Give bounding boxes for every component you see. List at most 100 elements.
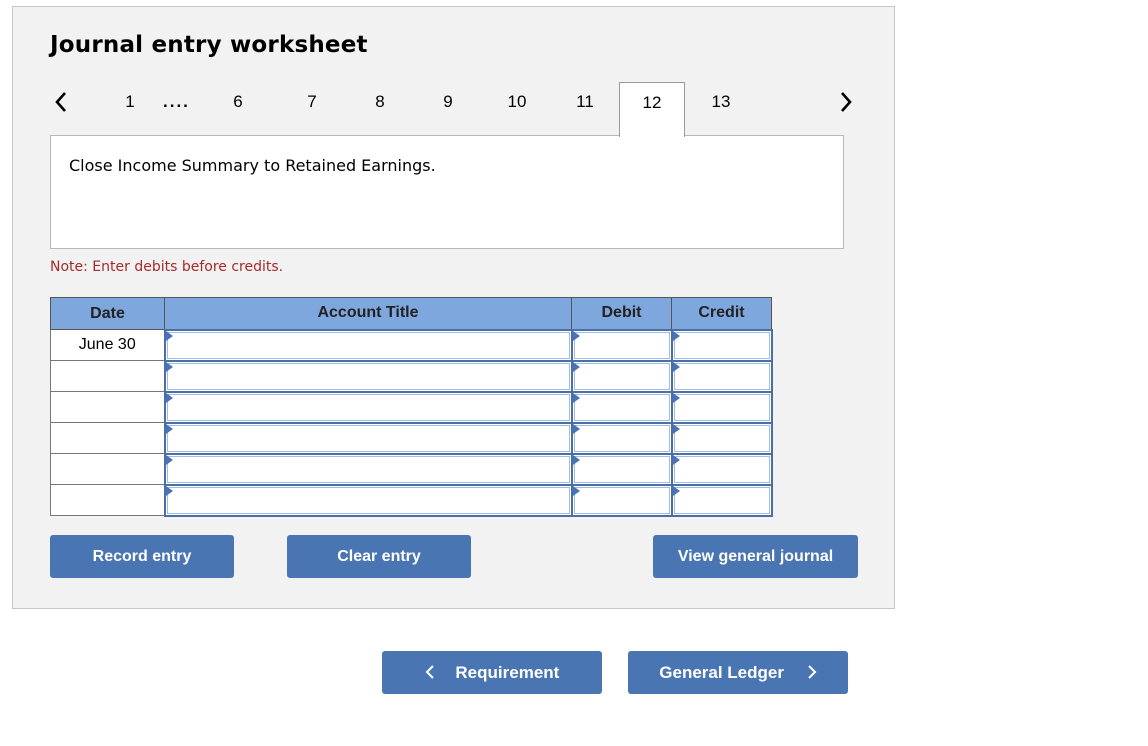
debit-input-field[interactable] (573, 455, 670, 483)
cell-marker-icon (572, 392, 580, 403)
date-cell[interactable] (50, 453, 165, 485)
credit-input-field[interactable] (673, 424, 770, 452)
account-title-input[interactable] (163, 452, 573, 486)
credit-input[interactable] (670, 452, 773, 486)
tab-13[interactable]: 13 (688, 82, 754, 136)
header-date: Date (50, 297, 165, 330)
credit-input[interactable] (670, 483, 773, 517)
debit-input[interactable] (570, 483, 673, 517)
cell-marker-icon (165, 330, 173, 341)
clear-entry-label: Clear entry (337, 548, 421, 565)
view-general-journal-label: View general journal (677, 548, 834, 565)
account-title-input[interactable] (163, 483, 573, 517)
journal-row (50, 390, 773, 424)
debit-input[interactable] (570, 421, 673, 455)
account-title-input-field[interactable] (166, 393, 570, 421)
header-account-title: Account Title (164, 297, 572, 330)
tab-ellipsis: .... (163, 92, 190, 111)
debit-input[interactable] (570, 359, 673, 393)
entry-description-box: Close Income Summary to Retained Earning… (50, 135, 844, 249)
journal-row: June 30 (50, 328, 773, 362)
account-title-input-field[interactable] (166, 424, 570, 452)
debit-input-field[interactable] (573, 424, 670, 452)
journal-entry-table: Date Account Title Debit Credit June 30 (50, 297, 773, 517)
date-cell: June 30 (50, 329, 165, 361)
tab-9[interactable]: 9 (415, 82, 481, 136)
account-title-input-field[interactable] (166, 486, 570, 514)
credit-input-field[interactable] (673, 486, 770, 514)
credit-input-field[interactable] (673, 362, 770, 390)
credit-input-field[interactable] (673, 455, 770, 483)
clear-entry-button[interactable]: Clear entry (287, 535, 471, 578)
chevron-right-icon (807, 651, 817, 694)
tab-12[interactable]: 12 (619, 82, 685, 137)
note-text: Note: Enter debits before credits. (50, 259, 284, 275)
debit-input[interactable] (570, 452, 673, 486)
cell-marker-icon (572, 330, 580, 341)
general-ledger-button[interactable]: General Ledger (628, 651, 848, 694)
debit-input-field[interactable] (573, 362, 670, 390)
date-cell[interactable] (50, 360, 165, 392)
credit-input-field[interactable] (673, 331, 770, 359)
credit-input[interactable] (670, 421, 773, 455)
journal-row (50, 452, 773, 486)
tab-7[interactable]: 7 (279, 82, 345, 136)
credit-input[interactable] (670, 328, 773, 362)
journal-row (50, 421, 773, 455)
cell-marker-icon (165, 361, 173, 372)
record-entry-button[interactable]: Record entry (50, 535, 234, 578)
cell-marker-icon (572, 485, 580, 496)
account-title-input[interactable] (163, 359, 573, 393)
cell-marker-icon (572, 423, 580, 434)
cell-marker-icon (672, 423, 680, 434)
worksheet-title: Journal entry worksheet (50, 32, 368, 58)
tab-11[interactable]: 11 (552, 82, 618, 136)
entry-description: Close Income Summary to Retained Earning… (69, 156, 436, 175)
tab-6[interactable]: 6 (205, 82, 271, 136)
requirement-button[interactable]: Requirement (382, 651, 602, 694)
credit-input[interactable] (670, 359, 773, 393)
record-entry-label: Record entry (92, 548, 192, 565)
cell-marker-icon (165, 423, 173, 434)
debit-input-field[interactable] (573, 486, 670, 514)
account-title-input[interactable] (163, 421, 573, 455)
date-cell[interactable] (50, 391, 165, 423)
date-cell[interactable] (50, 422, 165, 454)
cell-marker-icon (165, 454, 173, 465)
debit-input[interactable] (570, 328, 673, 362)
journal-row (50, 359, 773, 393)
chevron-right-icon (841, 92, 852, 112)
tab-8[interactable]: 8 (347, 82, 413, 136)
general-ledger-label: General Ledger (659, 663, 784, 682)
account-title-input-field[interactable] (166, 331, 570, 359)
debit-input-field[interactable] (573, 393, 670, 421)
cell-marker-icon (165, 392, 173, 403)
cell-marker-icon (672, 454, 680, 465)
chevron-left-icon (55, 92, 66, 112)
debit-input[interactable] (570, 390, 673, 424)
tab-10[interactable]: 10 (484, 82, 550, 136)
chevron-left-icon (425, 651, 435, 694)
cell-marker-icon (165, 485, 173, 496)
credit-input[interactable] (670, 390, 773, 424)
account-title-input-field[interactable] (166, 455, 570, 483)
view-general-journal-button[interactable]: View general journal (653, 535, 858, 578)
cell-marker-icon (572, 454, 580, 465)
cell-marker-icon (672, 361, 680, 372)
account-title-input-field[interactable] (166, 362, 570, 390)
date-cell[interactable] (50, 484, 165, 516)
prev-entry-button[interactable] (50, 88, 74, 116)
requirement-label: Requirement (455, 663, 560, 682)
header-credit: Credit (671, 297, 772, 330)
account-title-input[interactable] (163, 328, 573, 362)
account-title-input[interactable] (163, 390, 573, 424)
header-debit: Debit (571, 297, 672, 330)
debit-input-field[interactable] (573, 331, 670, 359)
tab-1[interactable]: 1 (97, 82, 163, 136)
cell-marker-icon (672, 392, 680, 403)
cell-marker-icon (672, 330, 680, 341)
next-entry-button[interactable] (834, 88, 858, 116)
cell-marker-icon (672, 485, 680, 496)
journal-row (50, 483, 773, 517)
credit-input-field[interactable] (673, 393, 770, 421)
